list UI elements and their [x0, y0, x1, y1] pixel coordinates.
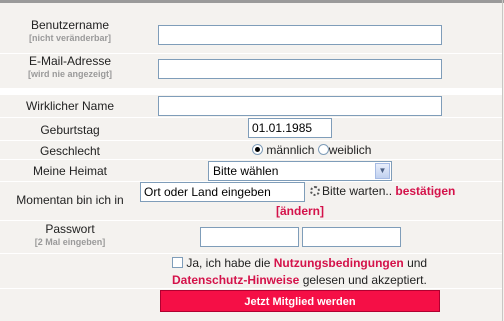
birthday-label: Geburtstag [40, 123, 100, 137]
terms-and: und [407, 256, 428, 270]
password-row: Passwort [2 Mal eingeben] [0, 221, 502, 254]
chevron-down-icon[interactable]: ▼ [375, 163, 390, 179]
terms-link-nutzungsbedingungen[interactable]: Nutzungsbedingungen [274, 256, 404, 270]
username-label-group: Benutzername [nicht veränderbar] [0, 18, 140, 43]
location-row: Momentan bin ich in Bitte warten.. bestä… [0, 182, 502, 221]
location-label: Momentan bin ich in [16, 193, 124, 207]
email-hint: [wird nie angezeigt] [27, 69, 112, 79]
home-select-value: Bitte wählen [213, 164, 279, 178]
password-input[interactable] [200, 227, 299, 247]
gender-female-label: weiblich [328, 143, 372, 157]
terms-line-2: Datenschutz-Hinweise gelesen und akzepti… [172, 273, 427, 287]
terms-line-1: Ja, ich habe die Nutzungsbedingungen und [172, 256, 427, 270]
username-hint: [nicht veränderbar] [28, 33, 112, 43]
email-label: E-Mail-Adresse [28, 54, 112, 68]
terms-prefix: Ja, ich habe die [186, 256, 271, 270]
location-waiting-text: Bitte warten.. [322, 184, 393, 198]
terms-checkbox[interactable] [172, 257, 183, 268]
email-label-group: E-Mail-Adresse [wird nie angezeigt] [0, 54, 140, 79]
real-name-input[interactable] [158, 96, 442, 116]
right-divider [502, 0, 503, 321]
birthday-row: Geburtstag [0, 118, 502, 141]
gender-female-radio[interactable] [317, 144, 329, 155]
gender-male-radio[interactable] [252, 144, 263, 155]
home-select[interactable]: Bitte wählen ▼ [208, 161, 392, 181]
username-label: Benutzername [30, 18, 110, 32]
password-hint: [2 Mal eingeben] [34, 237, 106, 247]
section-spacer [0, 88, 502, 95]
gender-row: Geschlecht männlich weiblich [0, 141, 502, 160]
birthday-input[interactable] [248, 118, 332, 138]
gender-options: männlich weiblich [252, 143, 371, 157]
real-name-row: Wirklicher Name [0, 95, 502, 118]
password-label: Passwort [45, 222, 95, 236]
submit-button[interactable]: Jetzt Mitglied werden [160, 290, 440, 312]
terms-row: Ja, ich habe die Nutzungsbedingungen und… [0, 254, 502, 289]
username-input[interactable] [158, 25, 442, 45]
real-name-label: Wirklicher Name [25, 99, 114, 113]
home-label: Meine Heimat [32, 164, 108, 178]
gender-male-label: männlich [266, 143, 315, 157]
password-label-group: Passwort [2 Mal eingeben] [0, 222, 140, 247]
username-row: Benutzername [nicht veränderbar] [0, 3, 502, 54]
password-confirm-input[interactable] [302, 227, 401, 247]
home-row: Meine Heimat Bitte wählen ▼ [0, 160, 502, 182]
location-status: Bitte warten.. bestätigen [310, 184, 455, 198]
email-row: E-Mail-Adresse [wird nie angezeigt] [0, 54, 502, 89]
location-change-link[interactable]: [ändern] [276, 204, 324, 218]
gender-label: Geschlecht [39, 144, 101, 158]
location-confirm-link[interactable]: bestätigen [395, 184, 455, 198]
location-input[interactable] [140, 182, 305, 202]
loading-spinner-icon [310, 186, 320, 196]
email-input[interactable] [158, 59, 442, 79]
terms-link-datenschutz[interactable]: Datenschutz-Hinweise [172, 273, 299, 287]
terms-suffix: gelesen und akzeptiert. [302, 273, 427, 287]
